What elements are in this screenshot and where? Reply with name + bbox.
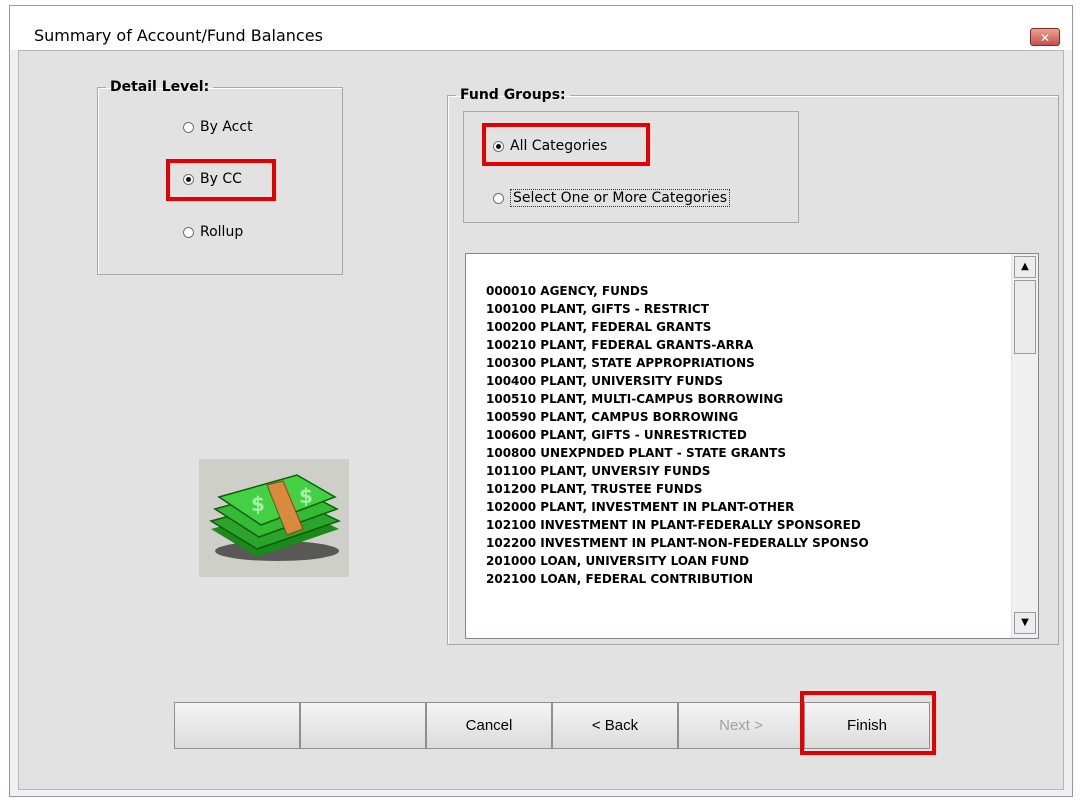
fund-category-item[interactable]: 100600 PLANT, GIFTS - UNRESTRICTED [466, 426, 1006, 444]
fund-category-item[interactable]: 202100 LOAN, FEDERAL CONTRIBUTION [466, 570, 1006, 588]
radio-indicator-selected [493, 140, 504, 152]
fund-category-item[interactable]: 101200 PLANT, TRUSTEE FUNDS [466, 480, 1006, 498]
fund-category-item[interactable]: 102200 INVESTMENT IN PLANT-NON-FEDERALLY… [466, 534, 1006, 552]
window-title: Summary of Account/Fund Balances [34, 26, 323, 45]
fund-category-item[interactable]: 000010 AGENCY, FUNDS [466, 282, 1006, 300]
radio-indicator [183, 121, 194, 133]
svg-text:$: $ [251, 492, 265, 516]
radio-all-categories[interactable]: All Categories [493, 138, 607, 154]
title-bar[interactable]: Summary of Account/Fund Balances ✕ [10, 6, 1072, 50]
radio-indicator [183, 226, 194, 238]
close-icon: ✕ [1039, 31, 1051, 45]
fund-category-item[interactable]: 100200 PLANT, FEDERAL GRANTS [466, 318, 1006, 336]
detail-level-legend: Detail Level: [110, 79, 210, 95]
finish-button[interactable]: Finish [804, 702, 930, 749]
radio-label-rollup: Rollup [200, 224, 244, 240]
close-button[interactable]: ✕ [1030, 28, 1060, 46]
fund-category-item[interactable]: 100800 UNEXPNDED PLANT - STATE GRANTS [466, 444, 1006, 462]
blank-button-2[interactable] [300, 702, 426, 749]
money-stack-icon: $ $ [199, 459, 349, 577]
dialog-window: Summary of Account/Fund Balances ✕ Detai… [9, 5, 1073, 797]
fund-category-item[interactable]: 101100 PLANT, UNVERSIY FUNDS [466, 462, 1006, 480]
radio-label-by-acct: By Acct [200, 119, 253, 135]
arrow-down-icon: ▼ [1021, 617, 1029, 628]
blank-button-1[interactable] [174, 702, 300, 749]
radio-label-all-categories: All Categories [510, 138, 608, 154]
fund-groups-legend: Fund Groups: [460, 87, 566, 103]
fund-category-item[interactable]: 100400 PLANT, UNIVERSITY FUNDS [466, 372, 1006, 390]
radio-by-cc[interactable]: By CC [183, 171, 242, 187]
fund-category-item[interactable]: 100210 PLANT, FEDERAL GRANTS-ARRA [466, 336, 1006, 354]
fund-category-item[interactable]: 100510 PLANT, MULTI-CAMPUS BORROWING [466, 390, 1006, 408]
radio-select-categories[interactable]: Select One or More Categories [493, 189, 730, 207]
radio-indicator [493, 192, 504, 204]
radio-indicator-selected [183, 173, 194, 185]
fund-category-listbox[interactable]: 000010 AGENCY, FUNDS 100100 PLANT, GIFTS … [465, 253, 1039, 639]
radio-label-by-cc: By CC [200, 171, 242, 187]
back-button[interactable]: < Back [552, 702, 678, 749]
radio-rollup[interactable]: Rollup [183, 224, 243, 240]
scroll-thumb[interactable] [1014, 280, 1036, 354]
arrow-up-icon: ▲ [1021, 261, 1029, 272]
scroll-up-button[interactable]: ▲ [1014, 256, 1036, 278]
fund-category-item[interactable]: 100300 PLANT, STATE APPROPRIATIONS [466, 354, 1006, 372]
fund-category-item[interactable]: 100100 PLANT, GIFTS - RESTRICT [466, 300, 1006, 318]
next-button[interactable]: Next > [678, 702, 804, 749]
wizard-button-bar: Cancel < Back Next > Finish [174, 702, 930, 749]
fund-category-item[interactable]: 100590 PLANT, CAMPUS BORROWING [466, 408, 1006, 426]
fund-category-item[interactable]: 102000 PLANT, INVESTMENT IN PLANT-OTHER [466, 498, 1006, 516]
listbox-scrollbar[interactable]: ▲ ▼ [1011, 254, 1038, 638]
radio-label-select-categories: Select One or More Categories [510, 189, 730, 207]
fund-category-item[interactable]: 102100 INVESTMENT IN PLANT-FEDERALLY SPO… [466, 516, 1006, 534]
cancel-button[interactable]: Cancel [426, 702, 552, 749]
dialog-body: Detail Level: By Acct By CC Rollup Fund … [18, 50, 1064, 790]
radio-by-acct[interactable]: By Acct [183, 119, 253, 135]
scroll-down-button[interactable]: ▼ [1014, 612, 1036, 634]
svg-text:$: $ [299, 484, 313, 508]
fund-category-list: 000010 AGENCY, FUNDS 100100 PLANT, GIFTS … [466, 282, 1006, 588]
fund-category-item[interactable]: 201000 LOAN, UNIVERSITY LOAN FUND [466, 552, 1006, 570]
